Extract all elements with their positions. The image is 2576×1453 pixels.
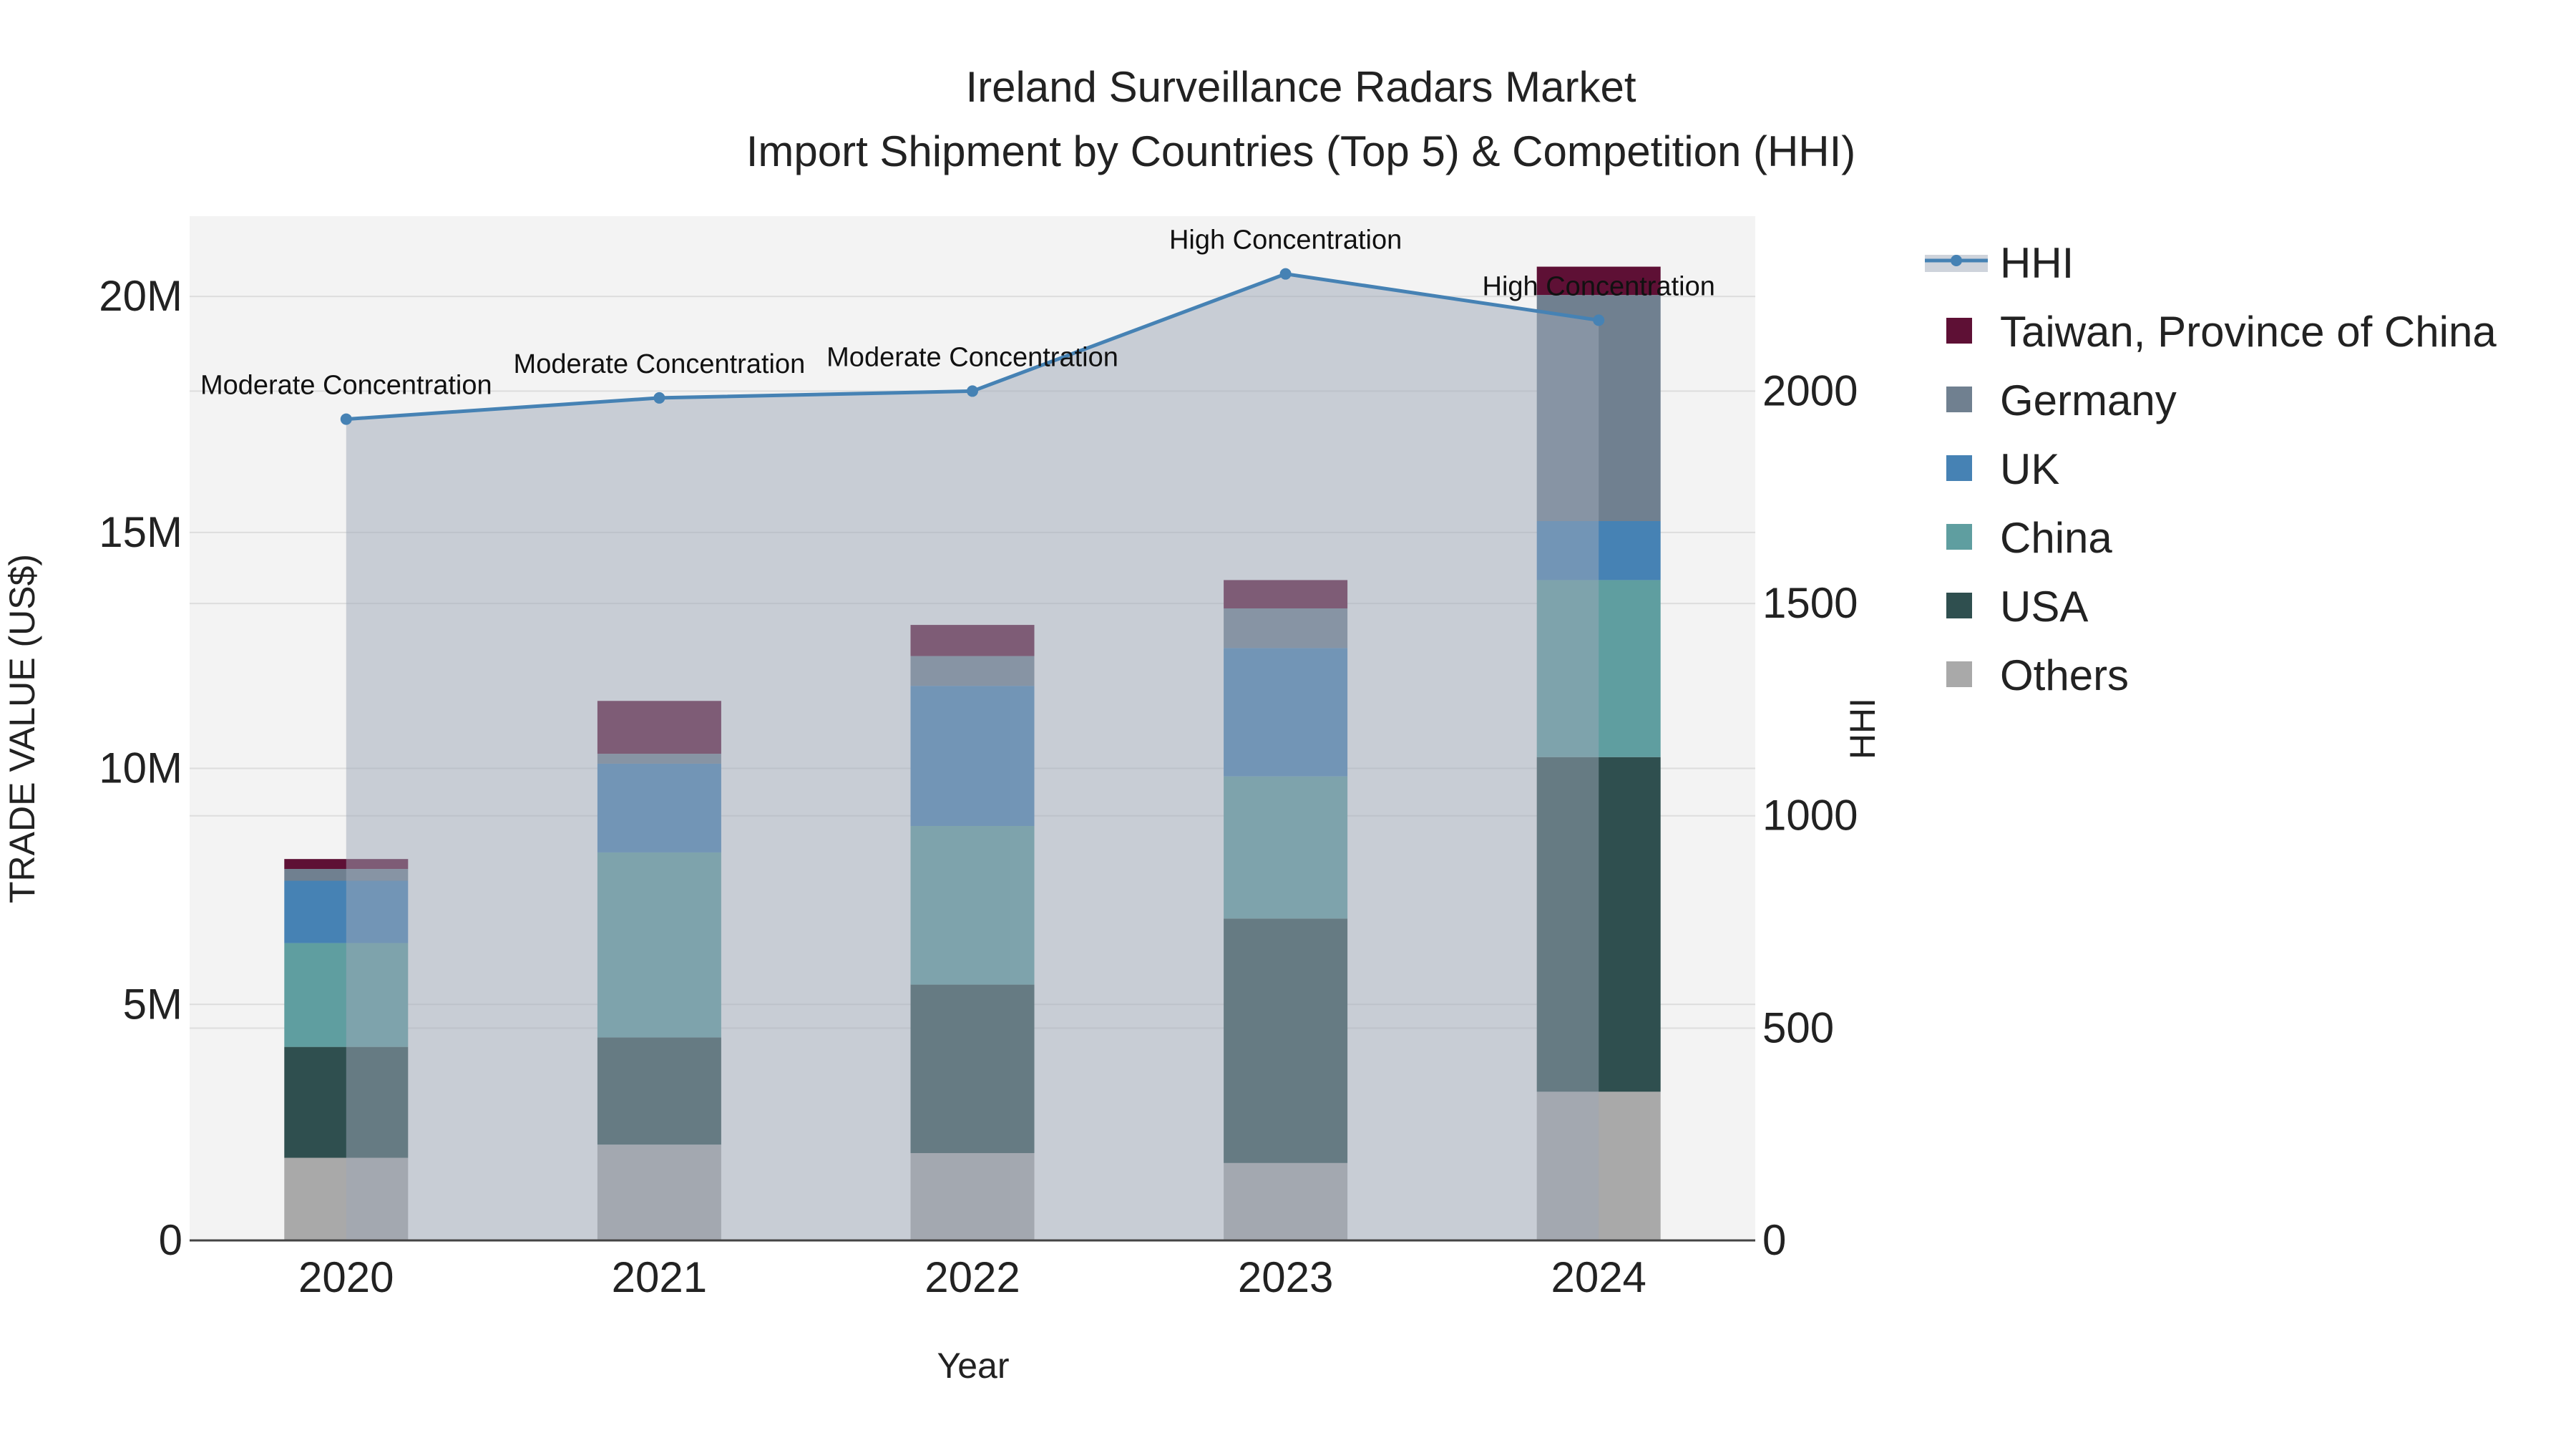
hhi-point-2021	[653, 392, 665, 404]
x-tick-label: 2024	[1551, 1253, 1646, 1301]
hhi-annotation: High Concentration	[1483, 271, 1715, 301]
y-tick-label: 10M	[99, 744, 182, 792]
legend-label: China	[2000, 514, 2112, 562]
x-tick-label: 2022	[924, 1253, 1020, 1301]
y-tick-label: 0	[159, 1216, 182, 1264]
y2-axis-label: HHI	[1843, 698, 1883, 759]
hhi-annotation: Moderate Concentration	[514, 349, 806, 379]
y-tick-label: 20M	[99, 272, 182, 320]
hhi-point-2023	[1279, 268, 1292, 280]
chart-subtitle: Import Shipment by Countries (Top 5) & C…	[746, 127, 1856, 175]
y-tick-label: 15M	[99, 508, 182, 556]
y-axis-label: TRADE VALUE (US$)	[2, 554, 42, 903]
y2-tick-label: 1000	[1762, 792, 1858, 840]
y2-tick-label: 2000	[1762, 366, 1858, 414]
hhi-annotation: High Concentration	[1169, 225, 1402, 256]
legend-swatch-others	[1946, 661, 1972, 687]
legend-swatch-taiwan-province-of-china	[1946, 318, 1972, 344]
legend-hhi-marker-icon	[1951, 255, 1962, 266]
legend-swatch-germany	[1946, 387, 1972, 412]
hhi-annotation: Moderate Concentration	[826, 342, 1118, 372]
y2-tick-label: 1500	[1762, 579, 1858, 627]
hhi-point-2022	[967, 385, 978, 397]
y2-tick-label: 500	[1762, 1004, 1834, 1051]
chart-title: Ireland Surveillance Radars Market	[965, 63, 1636, 111]
legend-label: USA	[2000, 583, 2088, 631]
x-tick-label: 2021	[612, 1253, 707, 1301]
legend-swatch-china	[1946, 524, 1972, 550]
legend-label: Others	[2000, 651, 2129, 699]
y-tick-label: 5M	[123, 980, 182, 1028]
legend-label: Taiwan, Province of China	[2000, 308, 2497, 356]
x-tick-label: 2023	[1238, 1253, 1333, 1301]
hhi-annotation: Moderate Concentration	[200, 371, 492, 401]
hhi-point-2024	[1593, 314, 1605, 326]
x-tick-label: 2020	[298, 1253, 394, 1301]
chart: Ireland Surveillance Radars Market Impor…	[2, 63, 2497, 1386]
y2-tick-label: 0	[1762, 1216, 1786, 1264]
legend-label: Germany	[2000, 376, 2177, 424]
legend-label: HHI	[2000, 239, 2074, 287]
hhi-area	[346, 273, 1599, 1241]
legend-label: UK	[2000, 445, 2059, 493]
hhi-point-2020	[340, 413, 352, 425]
legend-swatch-usa	[1946, 593, 1972, 618]
x-axis-label: Year	[937, 1346, 1009, 1386]
legend-swatch-uk	[1946, 455, 1972, 481]
